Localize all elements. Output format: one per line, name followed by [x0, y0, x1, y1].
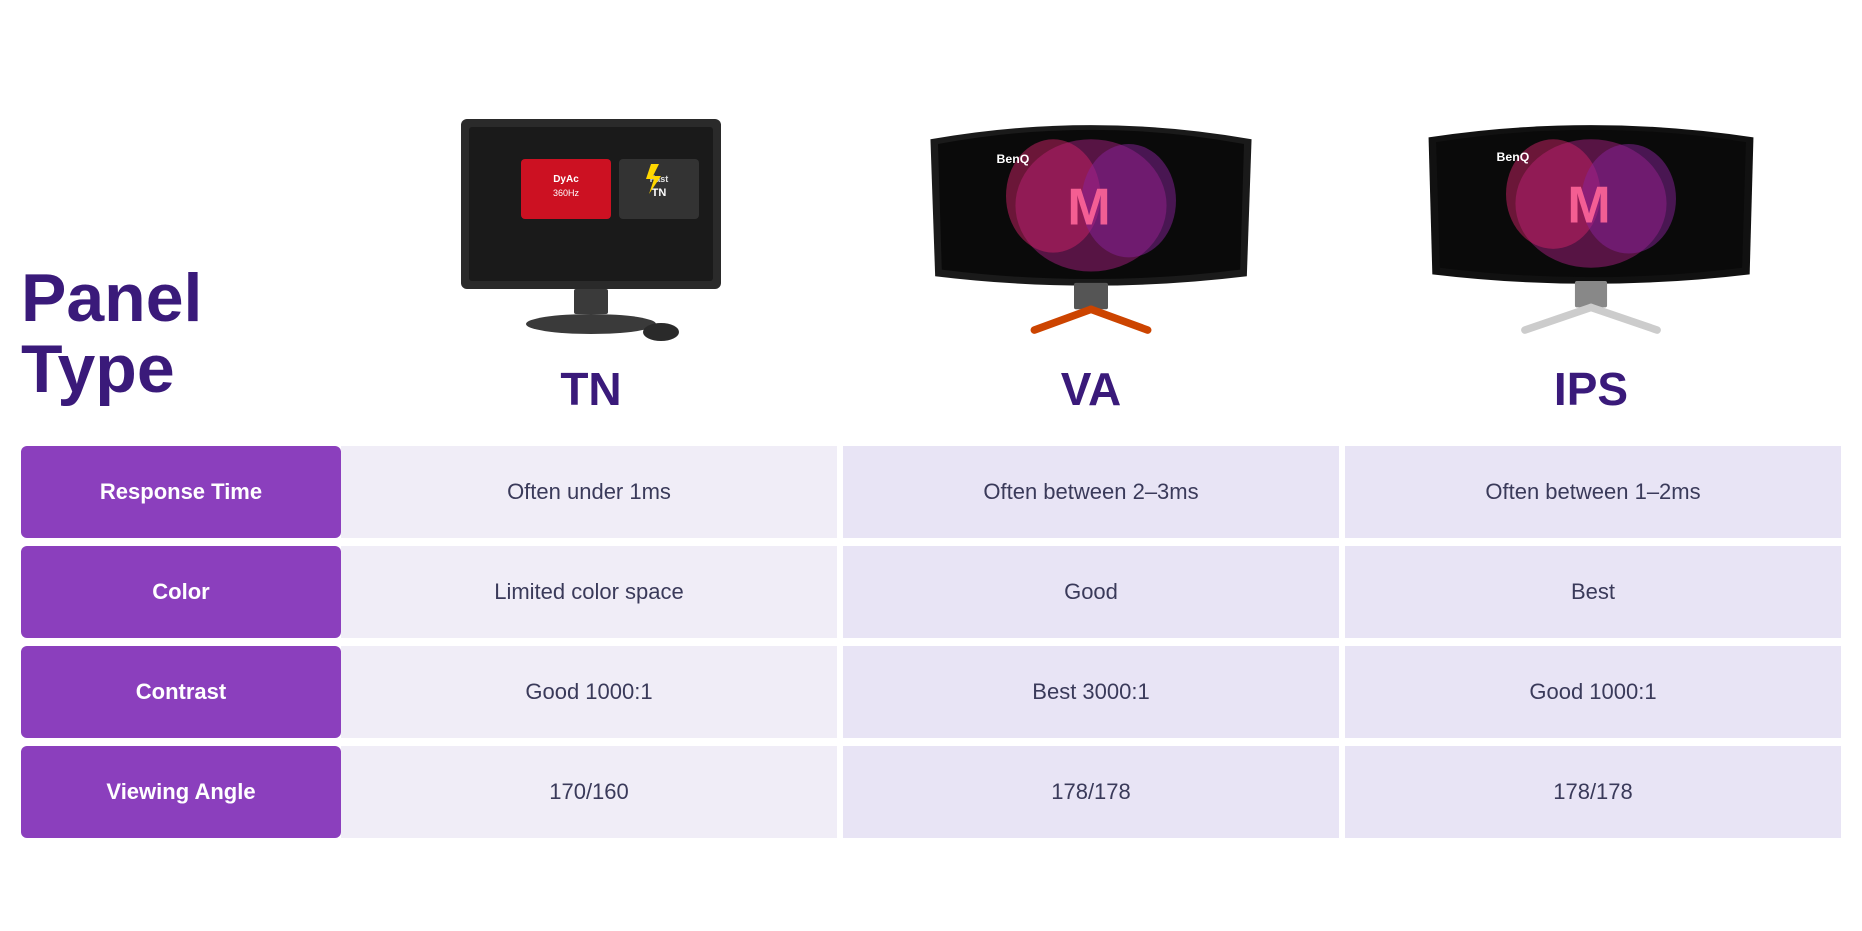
- svg-text:M: M: [1567, 176, 1610, 234]
- svg-text:M: M: [1067, 178, 1110, 236]
- row-viewing-angle: 170/160 178/178 178/178: [341, 746, 1841, 838]
- cell-color-ips: Best: [1345, 546, 1841, 638]
- monitor-svg-tn: DyAc 360Hz Fast TN: [441, 114, 741, 344]
- svg-text:DyAc: DyAc: [553, 174, 579, 185]
- title-line1: Panel: [21, 260, 202, 336]
- monitors-row: DyAc 360Hz Fast TN: [341, 94, 1841, 416]
- top-section: Panel Type DyAc 360Hz: [21, 94, 1841, 416]
- cell-color-tn: Limited color space: [341, 546, 837, 638]
- cell-contrast-va: Best 3000:1: [843, 646, 1339, 738]
- monitor-col-va: M BenQ VA: [841, 94, 1341, 416]
- main-container: Panel Type DyAc 360Hz: [21, 94, 1841, 838]
- cell-rt-va: Often between 2–3ms: [843, 446, 1339, 538]
- cell-rt-tn: Often under 1ms: [341, 446, 837, 538]
- monitor-label-ips: IPS: [1554, 362, 1628, 416]
- svg-text:BenQ: BenQ: [997, 151, 1030, 165]
- row-color: Limited color space Good Best: [341, 546, 1841, 638]
- monitor-label-tn: TN: [560, 362, 621, 416]
- cell-contrast-ips: Good 1000:1: [1345, 646, 1841, 738]
- svg-text:360Hz: 360Hz: [553, 188, 580, 198]
- monitor-svg-ips: M BenQ: [1421, 114, 1761, 344]
- row-contrast: Good 1000:1 Best 3000:1 Good 1000:1: [341, 646, 1841, 738]
- monitor-col-tn: DyAc 360Hz Fast TN: [341, 94, 841, 416]
- cell-va-ips: 178/178: [1345, 746, 1841, 838]
- monitor-image-ips: M BenQ: [1421, 94, 1761, 344]
- label-viewing-angle: Viewing Angle: [21, 746, 341, 838]
- svg-text:BenQ: BenQ: [1497, 150, 1530, 164]
- cell-contrast-tn: Good 1000:1: [341, 646, 837, 738]
- monitor-image-tn: DyAc 360Hz Fast TN: [421, 94, 761, 344]
- monitor-svg-va: M BenQ: [921, 114, 1261, 344]
- monitor-image-va: M BenQ: [921, 94, 1261, 344]
- page-title: Panel Type: [21, 263, 341, 416]
- monitor-label-va: VA: [1061, 362, 1122, 416]
- data-grid: Often under 1ms Often between 2–3ms Ofte…: [341, 446, 1841, 838]
- cell-va-va: 178/178: [843, 746, 1339, 838]
- svg-text:TN: TN: [652, 187, 667, 199]
- label-response-time: Response Time: [21, 446, 341, 538]
- table-section: Response Time Color Contrast Viewing Ang…: [21, 446, 1841, 838]
- row-labels: Response Time Color Contrast Viewing Ang…: [21, 446, 341, 838]
- label-contrast: Contrast: [21, 646, 341, 738]
- row-response-time: Often under 1ms Often between 2–3ms Ofte…: [341, 446, 1841, 538]
- cell-color-va: Good: [843, 546, 1339, 638]
- label-color: Color: [21, 546, 341, 638]
- cell-rt-ips: Often between 1–2ms: [1345, 446, 1841, 538]
- title-line2: Type: [21, 331, 175, 407]
- cell-va-tn: 170/160: [341, 746, 837, 838]
- monitor-col-ips: M BenQ IPS: [1341, 94, 1841, 416]
